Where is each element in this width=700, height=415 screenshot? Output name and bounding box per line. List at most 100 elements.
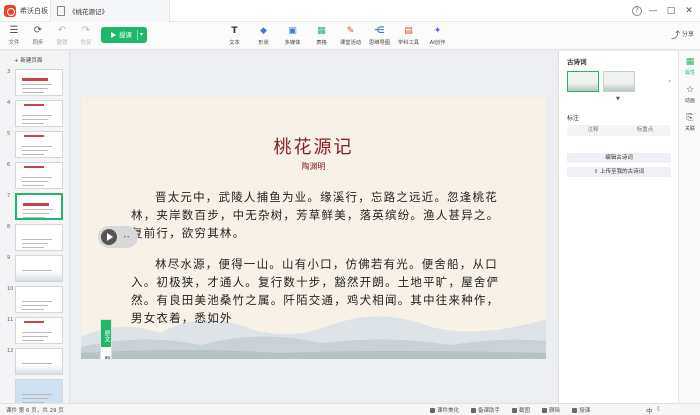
- upload-poem-button[interactable]: ⇧ 上传至我的古诗词: [567, 167, 671, 177]
- rail-animation[interactable]: ☆ 动画: [679, 85, 700, 104]
- app-logo-icon: [4, 5, 16, 17]
- play-icon: [572, 408, 578, 413]
- more-icon: ••: [123, 234, 131, 241]
- tool-mindmap-button[interactable]: ⋲ 思维导图: [365, 24, 394, 46]
- slide-thumbnail[interactable]: 6: [3, 162, 67, 190]
- main-toolbar: ☰ 文件 ⟳ 同步 ↶ 撤销 ↷ 恢复 授课 ▾ T 文本 ◆ 形状 ▣ 多媒体 ▦ 表格 ✎ 课…: [0, 22, 700, 50]
- chevron-down-icon[interactable]: ▼: [616, 96, 620, 102]
- slide-thumbnail-image: [15, 317, 63, 344]
- slide-thumbnail-image: [15, 100, 63, 127]
- file-menu-button[interactable]: ☰ 文件: [3, 24, 25, 46]
- tool-table-button[interactable]: ▦ 表格: [307, 24, 336, 46]
- teach-play-button[interactable]: 授课 ▾: [101, 27, 147, 43]
- annotation-notes-option[interactable]: 注释: [567, 125, 619, 136]
- slide-number: 5: [7, 131, 11, 137]
- slide-thumbnail-image: [15, 224, 63, 251]
- tool-subject-tools-button[interactable]: ▤ 学科工具: [394, 24, 423, 46]
- document-icon: [57, 6, 65, 16]
- properties-icon: ▦: [685, 57, 695, 67]
- scissors-icon: [512, 408, 518, 413]
- play-icon: [111, 32, 116, 38]
- rail-link[interactable]: ⎘ 关联: [679, 113, 700, 132]
- text-mode-tabs: 原文 翻译: [100, 319, 112, 359]
- tool-activity-button[interactable]: ✎ 课堂活动: [336, 24, 365, 46]
- tab-original-text[interactable]: 原文: [101, 320, 111, 347]
- slide-number: 3: [7, 69, 11, 75]
- minimize-button[interactable]: —: [646, 4, 660, 18]
- poem-paragraph-1: 晋太元中，武陵人捕鱼为业。缘溪行，忘路之远近。忽逢桃花林，夹岸数百步，中无杂树，…: [131, 190, 500, 240]
- redo-icon: ↷: [81, 25, 91, 36]
- shape-icon: ◆: [260, 26, 267, 36]
- slide-number: 9: [7, 255, 11, 261]
- trash-icon: [542, 408, 548, 413]
- chevron-down-icon[interactable]: ▾: [140, 27, 143, 43]
- slide-thumbnail-image: [15, 379, 63, 403]
- delete-button[interactable]: 删除: [542, 406, 560, 414]
- sync-button[interactable]: ⟳ 同步: [27, 24, 49, 46]
- edit-poem-button[interactable]: 编辑古诗词: [567, 153, 671, 163]
- right-tool-rail: ▦ 属性 ☆ 动画 ⎘ 关联: [678, 51, 700, 403]
- table-icon: ▦: [317, 26, 326, 36]
- slide-canvas[interactable]: 桃花源记 陶渊明 晋太元中，武陵人捕鱼为业。缘溪行，忘路之远近。忽逢桃花林，夹岸…: [81, 97, 546, 359]
- template-option-1[interactable]: [567, 71, 599, 92]
- slide-thumbnail[interactable]: 5: [3, 131, 67, 159]
- slide-number: 4: [7, 100, 11, 106]
- new-page-button[interactable]: + 新建页面: [14, 56, 42, 64]
- slide-number: 10: [7, 286, 14, 292]
- audio-player[interactable]: ••: [98, 226, 138, 248]
- slide-number: 8: [7, 224, 11, 230]
- status-bar: 课件 第 6 页，共 29 页 课件美化 备课助手 截图 删除 授课 中 ☾: [0, 403, 700, 415]
- close-button[interactable]: ✕: [682, 4, 696, 18]
- tool-shape-button[interactable]: ◆ 形状: [249, 24, 278, 46]
- tool-media-button[interactable]: ▣ 多媒体: [278, 24, 307, 46]
- share-button[interactable]: ⤴ 分享: [671, 28, 694, 41]
- beautify-button[interactable]: 课件美化: [430, 406, 459, 414]
- teach-status-button[interactable]: 授课: [572, 406, 590, 414]
- slide-thumbnail[interactable]: 10: [3, 286, 67, 314]
- audio-play-icon[interactable]: [101, 229, 117, 245]
- slide-thumbnail[interactable]: 9: [3, 255, 67, 283]
- poem-author: 陶渊明: [301, 162, 326, 171]
- document-tab[interactable]: 《桃花源记》: [50, 0, 170, 22]
- slide-thumbnail-image: [15, 69, 63, 96]
- maximize-button[interactable]: □: [664, 4, 678, 18]
- annotation-highlight-option[interactable]: 标重点: [619, 125, 671, 136]
- slide-thumbnail-image: [15, 193, 63, 220]
- slide-thumbnail[interactable]: [3, 379, 67, 403]
- slide-thumbnail[interactable]: 8: [3, 224, 67, 252]
- sync-icon: ⟳: [33, 25, 43, 36]
- slide-number: 11: [7, 317, 14, 323]
- undo-icon: ↶: [57, 25, 67, 36]
- template-option-2[interactable]: [603, 71, 635, 92]
- media-icon: ▣: [288, 26, 297, 36]
- slide-number: 12: [7, 348, 14, 354]
- title-bar: 希沃白板 《桃花源记》 ? — □ ✕: [0, 0, 700, 22]
- tab-translation[interactable]: 翻译: [101, 348, 111, 359]
- mindmap-icon: ⋲: [374, 26, 385, 36]
- share-icon: ⤴: [671, 31, 681, 41]
- slide-thumbnail[interactable]: 4: [3, 100, 67, 128]
- poem-paragraph-2: 林尽水源，便得一山。山有小口，仿佛若有光。便舍船，从口入。初极狭，才通人。复行数…: [131, 257, 500, 325]
- assistant-button[interactable]: 备课助手: [471, 406, 500, 414]
- ime-indicator[interactable]: 中: [646, 405, 653, 415]
- screenshot-button[interactable]: 截图: [512, 406, 530, 414]
- redo-button[interactable]: ↷ 恢复: [75, 24, 97, 46]
- slide-thumbnail[interactable]: 11: [3, 317, 67, 345]
- app-name: 希沃白板: [20, 7, 48, 15]
- slide-thumbnail[interactable]: 3: [3, 69, 67, 97]
- slide-thumbnail[interactable]: 7: [3, 193, 67, 221]
- beautify-icon: [430, 408, 435, 413]
- rail-properties[interactable]: ▦ 属性: [679, 57, 700, 76]
- tool-ai-button[interactable]: ✦ AI创作: [423, 24, 452, 46]
- undo-button[interactable]: ↶ 撤销: [51, 24, 73, 46]
- slide-number: 7: [7, 193, 11, 199]
- slide-thumbnail[interactable]: 12: [3, 348, 67, 376]
- annotation-label: 标注: [567, 115, 580, 122]
- slide-thumbnail-image: [15, 162, 63, 189]
- link-icon: ⎘: [686, 113, 694, 123]
- chevron-right-icon[interactable]: ›: [669, 78, 671, 85]
- slide-thumbnail-panel: + 新建页面 3 4 5 6 7 8 9 10 11 12: [0, 51, 70, 403]
- help-icon[interactable]: ?: [632, 6, 642, 16]
- tool-text-button[interactable]: T 文本: [220, 24, 249, 46]
- slide-thumbnail-image: [15, 255, 63, 282]
